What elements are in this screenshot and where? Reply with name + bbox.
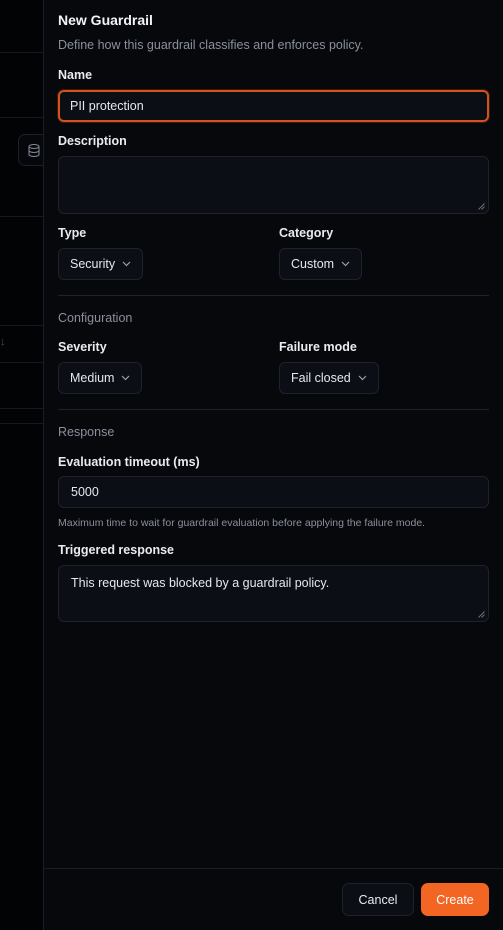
timeout-input[interactable]: 5000 — [58, 476, 489, 508]
response-heading: Response — [58, 425, 115, 439]
name-input[interactable]: PII protection — [58, 90, 489, 122]
drawer-footer: Cancel Create — [44, 868, 503, 930]
description-textarea[interactable] — [58, 156, 489, 214]
drawer-title: New Guardrail — [58, 12, 153, 28]
background-divider — [0, 216, 43, 217]
triggered-response-label: Triggered response — [58, 543, 175, 557]
failure-mode-select-value: Fail closed — [291, 371, 351, 385]
timeout-helper-text: Maximum time to wait for guardrail evalu… — [58, 517, 426, 529]
severity-label: Severity — [58, 340, 107, 354]
create-button[interactable]: Create — [421, 883, 489, 916]
background-page: ↓ — [0, 0, 43, 930]
type-select[interactable]: Security — [58, 248, 144, 280]
background-divider — [0, 325, 43, 326]
resize-handle-icon[interactable] — [478, 611, 485, 618]
failure-mode-label: Failure mode — [279, 340, 357, 354]
triggered-response-textarea[interactable]: This request was blocked by a guardrail … — [58, 565, 489, 622]
failure-mode-select[interactable]: Fail closed — [279, 362, 379, 394]
background-divider — [0, 362, 43, 363]
section-divider — [58, 295, 489, 296]
chevron-down-icon — [341, 261, 350, 267]
triggered-response-value: This request was blocked by a guardrail … — [71, 576, 330, 590]
background-divider — [0, 117, 43, 118]
category-label: Category — [279, 226, 334, 240]
new-guardrail-drawer: New Guardrail Define how this guardrail … — [43, 0, 503, 930]
chevron-down-icon — [122, 261, 131, 267]
category-select[interactable]: Custom — [279, 248, 363, 280]
type-select-value: Security — [70, 257, 116, 271]
type-label: Type — [58, 226, 87, 240]
drawer-subtitle: Define how this guardrail classifies and… — [58, 38, 364, 52]
timeout-label: Evaluation timeout (ms) — [58, 455, 200, 469]
database-icon — [28, 144, 40, 157]
configuration-heading: Configuration — [58, 311, 133, 325]
category-select-value: Custom — [291, 257, 335, 271]
severity-select-value: Medium — [70, 371, 115, 385]
severity-select[interactable]: Medium — [58, 362, 143, 394]
resize-handle-icon[interactable] — [478, 203, 485, 210]
sort-arrow-icon: ↓ — [0, 336, 6, 348]
background-divider — [0, 408, 43, 409]
background-divider — [0, 52, 43, 53]
cancel-button[interactable]: Cancel — [342, 883, 414, 916]
section-divider — [58, 409, 489, 410]
description-label: Description — [58, 134, 127, 148]
name-label: Name — [58, 68, 93, 82]
background-icon-button — [18, 134, 43, 166]
chevron-down-icon — [358, 375, 367, 381]
background-divider — [0, 423, 43, 424]
chevron-down-icon — [122, 375, 130, 381]
